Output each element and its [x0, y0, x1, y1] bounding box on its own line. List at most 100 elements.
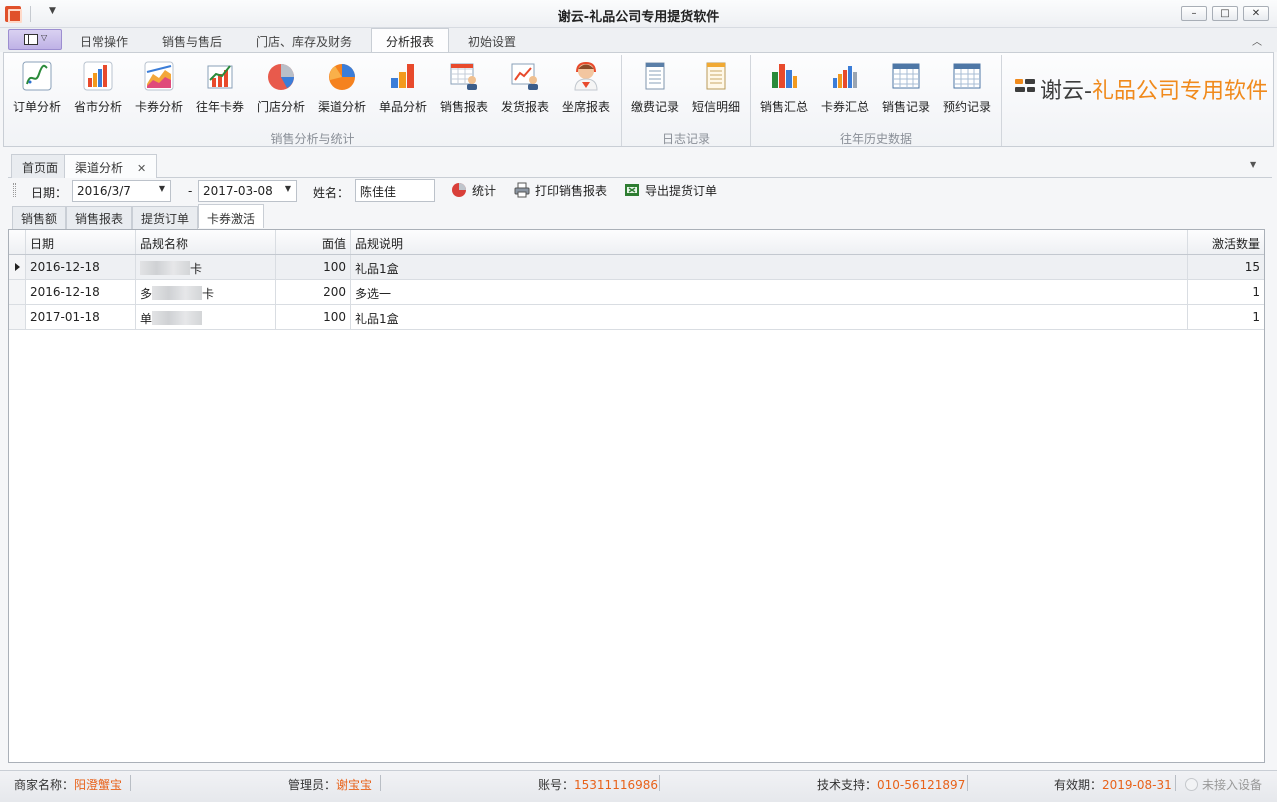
sales-record-button[interactable]: 销售记录 — [875, 57, 937, 115]
cell-description[interactable]: 多选一 — [351, 280, 1188, 304]
cell-description[interactable]: 礼品1盒 — [351, 255, 1188, 279]
export-orders-button[interactable]: 导出提货订单 — [624, 182, 717, 200]
status-separator — [380, 775, 381, 791]
shipping-report-button[interactable]: 发货报表 — [494, 57, 556, 115]
sms-detail-label: 短信明细 — [691, 100, 740, 114]
cell-date[interactable]: 2016-12-18 — [26, 280, 136, 304]
tab-list-dropdown-icon[interactable]: ▼ — [1250, 160, 1256, 169]
app-menu-button[interactable]: ▽ — [8, 29, 62, 50]
row-indicator[interactable] — [9, 305, 26, 329]
ribbon-tab-daily[interactable]: 日常操作 — [80, 33, 128, 50]
column-header-product-name[interactable]: 品规名称 — [136, 230, 276, 254]
reservation-record-button[interactable]: 预约记录 — [936, 57, 998, 115]
reservation-record-label: 预约记录 — [942, 100, 991, 114]
chevron-down-icon[interactable]: ▼ — [159, 184, 165, 193]
date-from-picker[interactable]: 2016/3/7 ▼ — [72, 180, 171, 202]
pie-chart-icon — [268, 64, 294, 90]
toolbar-grip[interactable] — [13, 183, 16, 197]
device-status[interactable]: 未接入设备 — [1185, 776, 1262, 793]
group-label-history: 往年历史数据 — [839, 132, 912, 146]
product-analysis-button[interactable]: 单品分析 — [372, 57, 434, 115]
line-chart-icon — [22, 61, 52, 91]
merchant-label: 商家名称： — [14, 778, 75, 792]
cell-activation-qty[interactable]: 15 — [1188, 255, 1264, 279]
cell-product-name[interactable]: 单 — [136, 305, 276, 329]
card-summary-button[interactable]: 卡券汇总 — [814, 57, 876, 115]
ribbon-tab-analysis[interactable]: 分析报表 — [371, 28, 450, 53]
subtab-sales-amount[interactable]: 销售额 — [12, 206, 67, 229]
cell-activation-qty[interactable]: 1 — [1188, 280, 1264, 304]
cell-date[interactable]: 2017-01-18 — [26, 305, 136, 329]
card-analysis-button[interactable]: 卡券分析 — [128, 57, 190, 115]
payment-log-button[interactable]: 缴费记录 — [624, 57, 686, 115]
channel-analysis-label: 渠道分析 — [317, 100, 366, 114]
expiry-status: 有效期：2019-08-31 — [1054, 776, 1172, 793]
cell-date[interactable]: 2016-12-18 — [26, 255, 136, 279]
sales-report-label: 销售报表 — [439, 100, 488, 114]
sales-summary-button[interactable]: 销售汇总 — [753, 57, 815, 115]
date-to-value: 2017-03-08 — [203, 184, 273, 198]
pie-chart-icon — [452, 183, 466, 197]
expiry-value: 2019-08-31 — [1102, 778, 1172, 792]
table-row[interactable]: 2017-01-18 单 100 礼品1盒 1 — [9, 305, 1264, 330]
product-analysis-label: 单品分析 — [378, 100, 427, 114]
province-analysis-button[interactable]: 省市分析 — [67, 57, 129, 115]
sms-detail-button[interactable]: 短信明细 — [685, 57, 747, 115]
order-analysis-button[interactable]: 订单分析 — [6, 57, 68, 115]
table-row[interactable]: 2016-12-18 多卡 200 多选一 1 — [9, 280, 1264, 305]
store-analysis-button[interactable]: 门店分析 — [250, 57, 312, 115]
minimize-button[interactable]: – — [1181, 6, 1207, 21]
admin-value: 谢宝宝 — [336, 778, 373, 792]
subtab-card-activation[interactable]: 卡券激活 — [198, 204, 265, 228]
cell-description[interactable]: 礼品1盒 — [351, 305, 1188, 329]
column-header-date[interactable]: 日期 — [26, 230, 136, 254]
header-corner — [9, 230, 26, 254]
cell-product-name[interactable]: 多卡 — [136, 280, 276, 304]
subtab-pickup-orders[interactable]: 提货订单 — [132, 206, 199, 229]
ribbon-tab-sales[interactable]: 销售与售后 — [162, 33, 222, 50]
close-button[interactable]: ✕ — [1243, 6, 1269, 21]
column-header-face-value[interactable]: 面值 — [276, 230, 351, 254]
trend-chart-icon — [207, 65, 233, 89]
group-label-sales-analysis: 销售分析与统计 — [270, 132, 355, 146]
cell-activation-qty[interactable]: 1 — [1188, 305, 1264, 329]
document-tab-strip — [8, 152, 1272, 178]
account-label: 账号： — [538, 778, 575, 792]
report-person-icon — [450, 63, 477, 90]
headset-agent-icon — [574, 61, 598, 91]
column-header-activation-qty[interactable]: 激活数量 — [1188, 230, 1264, 254]
chevron-down-icon[interactable]: ▼ — [285, 184, 291, 193]
status-separator — [967, 775, 968, 791]
print-sales-report-button[interactable]: 打印销售报表 — [514, 182, 607, 200]
close-icon[interactable]: ✕ — [137, 162, 146, 175]
ribbon-tab-settings[interactable]: 初始设置 — [468, 33, 516, 50]
sales-summary-label: 销售汇总 — [759, 100, 808, 114]
sales-report-button[interactable]: 销售报表 — [433, 57, 495, 115]
agent-report-button[interactable]: 坐席报表 — [555, 57, 617, 115]
maximize-button[interactable]: □ — [1212, 6, 1238, 21]
cell-product-name[interactable]: 卡 — [136, 255, 276, 279]
payment-log-label: 缴费记录 — [630, 100, 679, 114]
doc-tab-home[interactable]: 首页面 — [11, 154, 70, 179]
table-row[interactable]: 2016-12-18 卡 100 礼品1盒 15 — [9, 255, 1264, 280]
doc-tab-channel-analysis[interactable]: 渠道分析 ✕ — [64, 154, 158, 180]
row-indicator[interactable] — [9, 255, 26, 279]
stats-button[interactable]: 统计 — [451, 182, 496, 200]
cell-face-value[interactable]: 100 — [276, 305, 351, 329]
cell-face-value[interactable]: 200 — [276, 280, 351, 304]
admin-status: 管理员：谢宝宝 — [288, 776, 372, 793]
date-to-picker[interactable]: 2017-03-08 ▼ — [198, 180, 297, 202]
product-name-prefix: 单 — [140, 312, 153, 326]
collapse-ribbon-icon[interactable]: ︿ — [1252, 33, 1262, 48]
row-indicator[interactable] — [9, 280, 26, 304]
channel-analysis-button[interactable]: 渠道分析 — [311, 57, 373, 115]
ribbon-tab-store[interactable]: 门店、库存及财务 — [256, 33, 352, 50]
bar-chart-icon — [83, 61, 113, 91]
table-icon — [892, 63, 920, 89]
cell-face-value[interactable]: 100 — [276, 255, 351, 279]
grid-header-row: 日期 品规名称 面值 品规说明 激活数量 — [9, 230, 1264, 255]
column-header-description[interactable]: 品规说明 — [351, 230, 1188, 254]
past-year-card-button[interactable]: 往年卡券 — [189, 57, 251, 115]
subtab-sales-report[interactable]: 销售报表 — [66, 206, 133, 229]
name-input[interactable]: 陈佳佳 — [355, 179, 435, 202]
